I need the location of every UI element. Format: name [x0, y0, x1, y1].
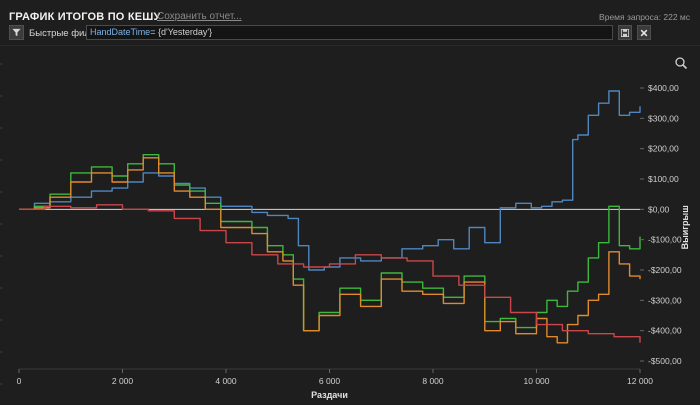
y-tick-label: $400,00 [648, 83, 679, 93]
save-icon [621, 28, 629, 37]
cash-results-chart: 0 2 000 4 000 6 000 8 000 10 000 12 000 Раздачи… [0, 46, 700, 400]
series-line-3 [19, 157, 641, 344]
filter-toggle-button[interactable] [9, 25, 24, 40]
query-value: {d'Yesterday'} [157, 27, 213, 37]
page-title: ГРАФИК ИТОГОВ ПО КЕШУ [9, 11, 161, 23]
query-field-name: HandDateTime [90, 27, 151, 37]
y-tick-label: $200,00 [648, 144, 679, 154]
magnifier-icon [675, 57, 688, 70]
x-axis-label: Раздачи [311, 390, 348, 400]
filter-icon [12, 28, 21, 37]
save-filter-button[interactable] [618, 25, 632, 40]
x-tick-label: 4 000 [215, 376, 237, 386]
y-tick-label: $300,00 [648, 113, 679, 123]
x-tick-label: 8 000 [422, 376, 444, 386]
y-tick-label: -$300,00 [648, 295, 682, 305]
y-tick-label: -$200,00 [648, 265, 682, 275]
x-tick-label: 12 000 [627, 376, 653, 386]
save-report-link[interactable]: Сохранить отчет... [157, 11, 242, 22]
query-operator: = [150, 27, 156, 37]
zoom-button[interactable] [675, 57, 688, 70]
y-tick-label: $100,00 [648, 174, 679, 184]
y-tick-label: -$500,00 [648, 356, 682, 366]
filter-query-input[interactable]: HandDateTime= {d'Yesterday'} [86, 25, 613, 40]
y-tick-label: $0,00 [648, 204, 670, 214]
quick-filters-label: Быстрые фильтры [29, 28, 86, 39]
clear-filter-button[interactable] [637, 25, 651, 40]
x-tick-label: 10 000 [524, 376, 550, 386]
x-tick-label: 0 [17, 376, 22, 386]
x-tick-label: 6 000 [319, 376, 341, 386]
close-icon [640, 29, 648, 36]
x-tick-label: 2 000 [112, 376, 134, 386]
report-header: ГРАФИК ИТОГОВ ПО КЕШУ Сохранить отчет...… [0, 0, 700, 24]
quick-filter-bar: Быстрые фильтры HandDateTime= {d'Yesterd… [0, 24, 700, 44]
y-tick-label: -$400,00 [648, 326, 682, 336]
request-time-text: Время запроса: 222 мс [599, 12, 690, 22]
chart-svg: 0 2 000 4 000 6 000 8 000 10 000 12 000 Раздачи… [0, 57, 690, 400]
y-axis-label: Выигрыш [680, 205, 690, 249]
y-tick-label: -$100,00 [648, 235, 682, 245]
